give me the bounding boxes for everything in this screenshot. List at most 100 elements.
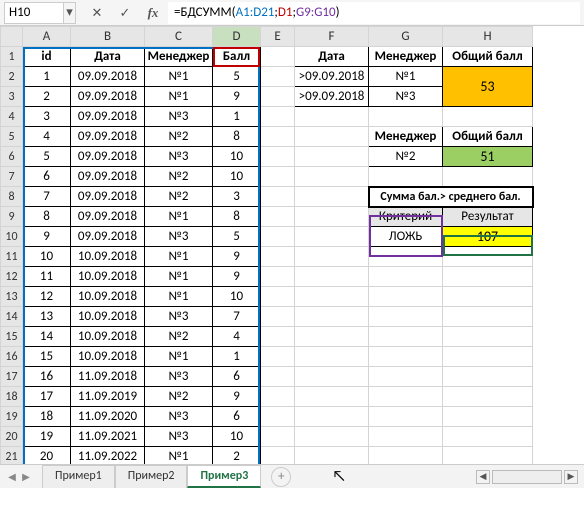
cell[interactable] — [443, 267, 533, 287]
row-header[interactable]: 2 — [1, 67, 23, 87]
cell[interactable]: 09.09.2018 — [71, 187, 145, 207]
cell[interactable]: 7 — [213, 307, 261, 327]
cell[interactable]: №1 — [145, 67, 213, 87]
cell[interactable] — [261, 347, 295, 367]
cell[interactable] — [295, 327, 369, 347]
new-sheet-button[interactable]: + — [271, 467, 291, 487]
fx-button[interactable]: fx — [142, 2, 164, 24]
cell[interactable] — [261, 407, 295, 427]
cell[interactable]: 09.09.2018 — [71, 67, 145, 87]
row-header[interactable]: 15 — [1, 327, 23, 347]
sheet-tab-3[interactable]: Пример3 — [187, 465, 261, 488]
row-header[interactable]: 5 — [1, 127, 23, 147]
cell[interactable]: 8 — [213, 127, 261, 147]
row-header[interactable]: 16 — [1, 347, 23, 367]
cell[interactable] — [261, 107, 295, 127]
spreadsheet-grid[interactable]: A B C D E F G H 1idДатаМенеджерБаллДатаМ… — [0, 26, 534, 467]
row-header[interactable]: 3 — [1, 87, 23, 107]
cell[interactable]: №2 — [145, 127, 213, 147]
cell[interactable]: 5 — [213, 67, 261, 87]
cell[interactable]: 10.09.2018 — [71, 347, 145, 367]
cell[interactable] — [443, 307, 533, 327]
cell[interactable]: 11 — [23, 267, 71, 287]
row-header[interactable]: 17 — [1, 367, 23, 387]
col-header-A[interactable]: A — [23, 27, 71, 47]
cell[interactable]: Критерий — [369, 207, 443, 227]
cell[interactable]: 9 — [213, 247, 261, 267]
cell[interactable]: 11.09.2021 — [71, 427, 145, 447]
cell[interactable]: Дата — [71, 47, 145, 67]
row-header[interactable]: 12 — [1, 267, 23, 287]
cell[interactable] — [261, 307, 295, 327]
cell[interactable] — [261, 87, 295, 107]
cell[interactable] — [261, 387, 295, 407]
col-header-F[interactable]: F — [295, 27, 369, 47]
cell[interactable]: Сумма бал.> среднего бал. — [369, 187, 533, 207]
cell[interactable] — [369, 347, 443, 367]
cell[interactable] — [261, 147, 295, 167]
cell[interactable] — [295, 307, 369, 327]
cell[interactable]: 7 — [23, 187, 71, 207]
cell[interactable]: Общий балл — [443, 47, 533, 67]
cell[interactable]: 09.09.2018 — [71, 87, 145, 107]
row-header[interactable]: 7 — [1, 167, 23, 187]
cell[interactable]: №3 — [145, 107, 213, 127]
cell[interactable]: 10 — [213, 427, 261, 447]
cancel-button[interactable]: ✕ — [86, 2, 108, 24]
scroll-right-icon[interactable]: ▶ — [564, 470, 578, 484]
formula-input[interactable]: =БДСУММ(A1:D21;D1;G9:G10) — [168, 2, 580, 24]
cell[interactable] — [443, 167, 533, 187]
cell[interactable] — [443, 387, 533, 407]
cell[interactable] — [443, 287, 533, 307]
cell[interactable] — [261, 127, 295, 147]
row-header[interactable]: 19 — [1, 407, 23, 427]
cell[interactable]: №3 — [145, 407, 213, 427]
cell[interactable]: 1 — [23, 67, 71, 87]
cell[interactable]: №3 — [145, 227, 213, 247]
cell[interactable] — [369, 427, 443, 447]
cell[interactable] — [443, 107, 533, 127]
cell[interactable]: 16 — [23, 367, 71, 387]
cell[interactable] — [369, 167, 443, 187]
cell[interactable] — [295, 347, 369, 367]
cell[interactable] — [295, 207, 369, 227]
cell[interactable]: 14 — [23, 327, 71, 347]
cell[interactable]: Менеджер — [145, 47, 213, 67]
row-header[interactable]: 14 — [1, 307, 23, 327]
row-header[interactable]: 4 — [1, 107, 23, 127]
cell[interactable]: Общий балл — [443, 127, 533, 147]
row-header[interactable]: 10 — [1, 227, 23, 247]
cell[interactable]: 5 — [213, 227, 261, 247]
cell[interactable]: Результат — [443, 207, 533, 227]
col-header-B[interactable]: B — [71, 27, 145, 47]
cell[interactable]: №1 — [369, 67, 443, 87]
cell[interactable]: 9 — [213, 267, 261, 287]
cell[interactable] — [369, 107, 443, 127]
cell[interactable]: 13 — [23, 307, 71, 327]
cell[interactable] — [369, 307, 443, 327]
cell[interactable]: №3 — [145, 147, 213, 167]
cell[interactable] — [261, 67, 295, 87]
cell[interactable] — [261, 367, 295, 387]
cell[interactable]: >09.09.2018 — [295, 67, 369, 87]
cell[interactable]: 9 — [23, 227, 71, 247]
cell[interactable] — [295, 367, 369, 387]
cell[interactable]: 18 — [23, 407, 71, 427]
col-header-G[interactable]: G — [369, 27, 443, 47]
row-header[interactable]: 11 — [1, 247, 23, 267]
cell[interactable] — [295, 167, 369, 187]
cell[interactable]: 09.09.2018 — [71, 207, 145, 227]
cell[interactable]: 09.09.2018 — [71, 147, 145, 167]
cell[interactable] — [295, 187, 369, 207]
cell[interactable] — [369, 327, 443, 347]
cell[interactable] — [261, 247, 295, 267]
row-header[interactable]: 18 — [1, 387, 23, 407]
nav-prev-icon[interactable]: ◀ — [6, 470, 18, 483]
cell[interactable]: 11.09.2020 — [71, 407, 145, 427]
row-header[interactable]: 8 — [1, 187, 23, 207]
cell[interactable]: №2 — [145, 187, 213, 207]
cell[interactable]: 09.09.2018 — [71, 127, 145, 147]
cell[interactable] — [295, 147, 369, 167]
cell[interactable] — [295, 407, 369, 427]
cell[interactable] — [295, 127, 369, 147]
